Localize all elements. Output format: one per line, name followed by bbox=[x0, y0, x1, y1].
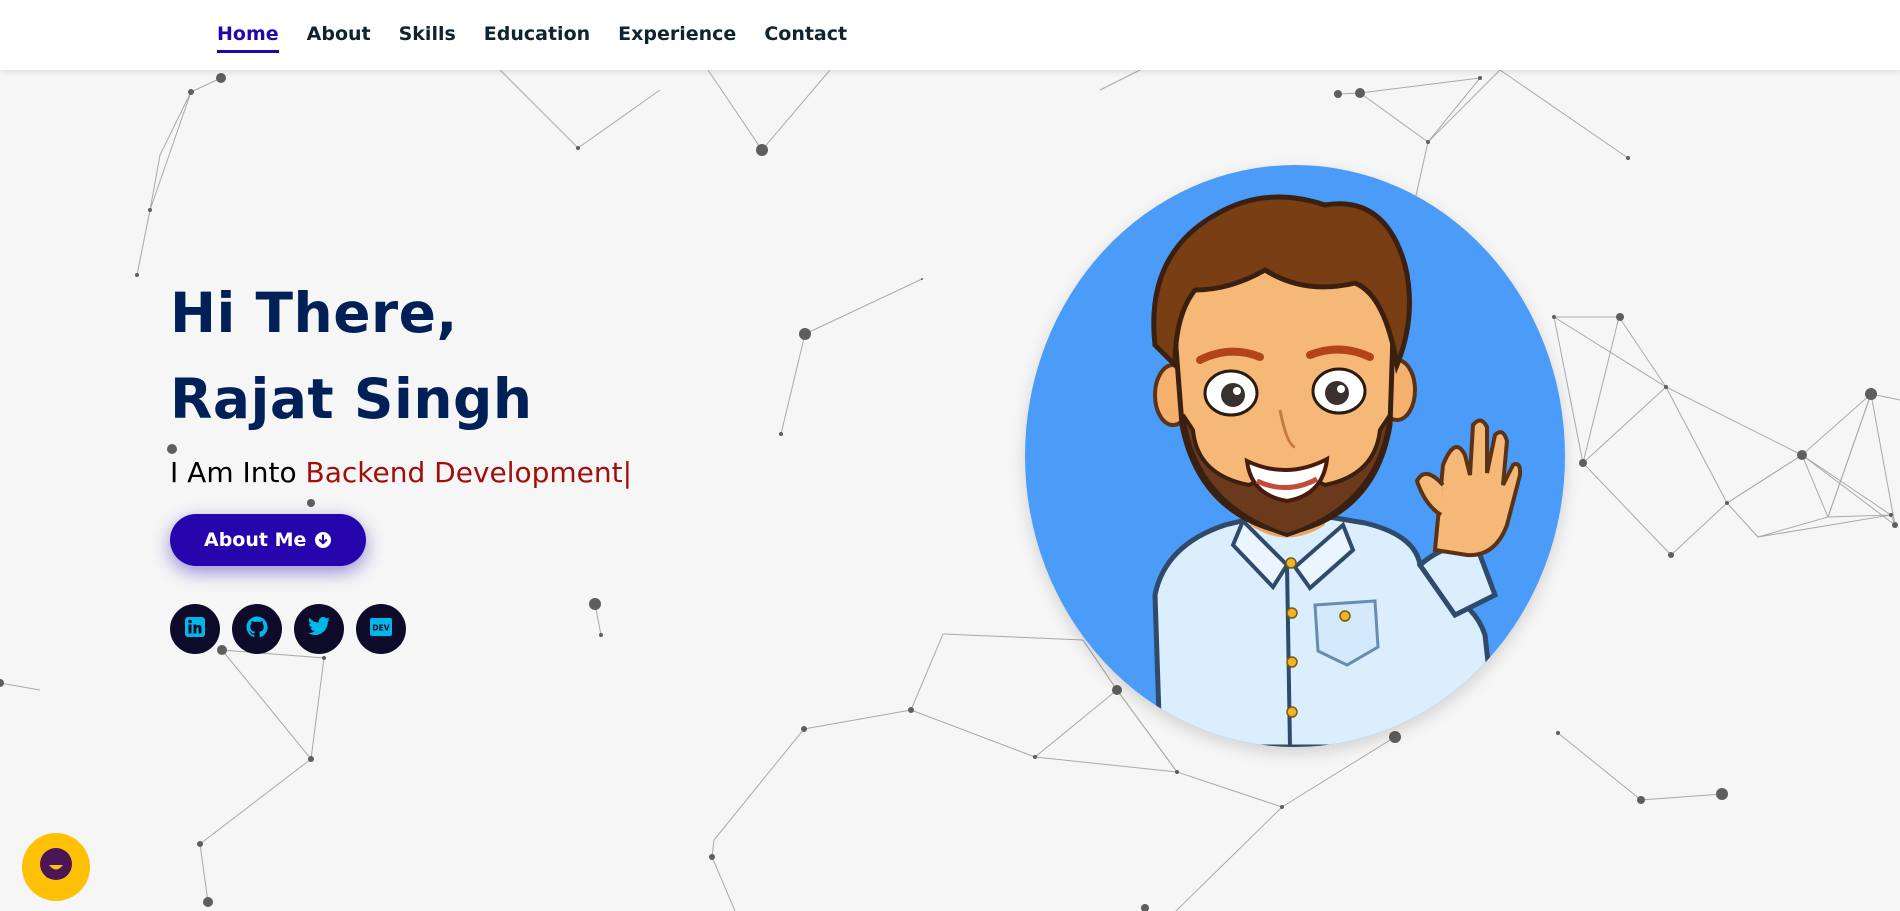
hero-name: Rajat Singh bbox=[170, 367, 533, 431]
arrow-circle-down-icon bbox=[314, 531, 332, 549]
chat-widget-icon bbox=[38, 847, 74, 887]
github-icon bbox=[245, 615, 269, 643]
social-links: DEV bbox=[170, 604, 632, 654]
nav-link-experience[interactable]: Experience bbox=[618, 17, 736, 53]
linkedin-icon bbox=[184, 616, 206, 642]
chat-widget-button[interactable] bbox=[22, 833, 90, 901]
nav-links: Home About Skills Education Experience C… bbox=[217, 0, 875, 70]
dev-link[interactable]: DEV bbox=[356, 604, 406, 654]
nav-link-about[interactable]: About bbox=[307, 17, 371, 53]
twitter-link[interactable] bbox=[294, 604, 344, 654]
typed-prefix: I Am Into bbox=[170, 456, 297, 489]
nav-link-home[interactable]: Home bbox=[217, 17, 279, 53]
typed-text: Backend Development bbox=[305, 456, 623, 489]
typed-line: I Am Into Backend Development| bbox=[170, 456, 632, 489]
dev-icon: DEV bbox=[370, 618, 392, 640]
twitter-icon bbox=[307, 616, 331, 642]
hero-greeting: Hi There, bbox=[170, 281, 458, 345]
github-link[interactable] bbox=[232, 604, 282, 654]
top-navbar: Home About Skills Education Experience C… bbox=[0, 0, 1900, 70]
profile-avatar bbox=[1025, 165, 1565, 747]
about-me-button[interactable]: About Me bbox=[170, 514, 367, 566]
linkedin-link[interactable] bbox=[170, 604, 220, 654]
dev-icon-text: DEV bbox=[372, 624, 389, 633]
nav-link-skills[interactable]: Skills bbox=[399, 17, 456, 53]
bitmoji-avatar-icon bbox=[1151, 194, 1523, 747]
nav-link-contact[interactable]: Contact bbox=[764, 17, 847, 53]
typing-cursor: | bbox=[622, 456, 633, 489]
nav-link-education[interactable]: Education bbox=[484, 17, 590, 53]
hero-section: Hi There, Rajat Singh I Am Into Backend … bbox=[170, 270, 632, 654]
about-me-button-label: About Me bbox=[204, 529, 307, 551]
